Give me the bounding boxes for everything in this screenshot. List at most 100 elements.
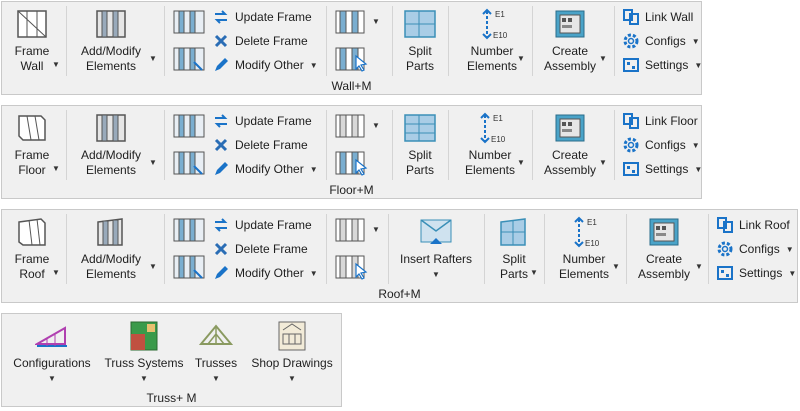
create-assembly-label-2: Assembly bbox=[637, 267, 690, 281]
separator bbox=[614, 110, 615, 180]
link-roof-label: Link Roof bbox=[739, 218, 790, 232]
split-parts-button[interactable]: Split Parts bbox=[494, 216, 534, 282]
delete-frame-button[interactable]: Delete Frame bbox=[212, 238, 308, 260]
separator bbox=[66, 110, 67, 180]
floor-elements-icon[interactable] bbox=[334, 113, 368, 139]
refresh-icon bbox=[212, 8, 230, 26]
modify-other-button[interactable]: Modify Other ▼ bbox=[212, 54, 318, 76]
frame-roof-button[interactable]: Frame Roof bbox=[8, 216, 56, 282]
separator bbox=[614, 6, 615, 76]
shop-drawings-button[interactable]: Shop Drawings ▼ bbox=[248, 320, 336, 386]
update-frame-big-icon[interactable] bbox=[172, 9, 206, 35]
select-elements-icon[interactable] bbox=[334, 46, 368, 72]
add-modify-elements-button[interactable]: Add/Modify Elements bbox=[74, 8, 148, 74]
link-floor-button[interactable]: Link Floor bbox=[622, 110, 698, 132]
update-frame-button[interactable]: Update Frame bbox=[212, 214, 312, 236]
chevron-down-icon[interactable]: ▼ bbox=[432, 267, 440, 282]
frame-roof-label-2: Roof bbox=[19, 267, 45, 281]
delete-frame-button[interactable]: Delete Frame bbox=[212, 134, 308, 156]
chevron-down-icon[interactable]: ▼ bbox=[695, 262, 703, 271]
roof-elements-icon[interactable] bbox=[334, 217, 368, 243]
separator bbox=[388, 214, 389, 284]
add-modify-elements-button[interactable]: Add/Modify Elements bbox=[74, 216, 148, 282]
number-elements-button[interactable]: E1 E10 Number Elements bbox=[458, 112, 522, 178]
delete-frame-label: Delete Frame bbox=[235, 242, 308, 256]
chevron-down-icon[interactable]: ▼ bbox=[692, 141, 700, 150]
create-assembly-button[interactable]: Create Assembly bbox=[540, 8, 600, 74]
modify-frame-big-icon[interactable] bbox=[172, 46, 206, 72]
create-assembly-button[interactable]: Create Assembly bbox=[634, 216, 694, 282]
frame-roof-label-1: Frame bbox=[14, 252, 50, 266]
chevron-down-icon[interactable]: ▼ bbox=[694, 165, 702, 174]
chevron-down-icon[interactable]: ▼ bbox=[599, 54, 607, 63]
chevron-down-icon[interactable]: ▼ bbox=[288, 371, 296, 386]
chevron-down-icon[interactable]: ▼ bbox=[599, 158, 607, 167]
chevron-down-icon[interactable]: ▼ bbox=[786, 245, 794, 254]
chevron-down-icon[interactable]: ▼ bbox=[149, 262, 157, 271]
add-modify-elements-button[interactable]: Add/Modify Elements bbox=[74, 112, 148, 178]
settings-button[interactable]: Settings ▼ bbox=[716, 262, 796, 284]
wall-elements-icon[interactable] bbox=[334, 9, 368, 35]
number-elements-icon: E1 E10 bbox=[480, 112, 506, 144]
split-parts-button[interactable]: Split Parts bbox=[400, 8, 440, 74]
split-parts-button[interactable]: Split Parts bbox=[400, 112, 440, 178]
settings-panel-icon bbox=[622, 56, 640, 74]
frame-wall-button[interactable]: Frame Wall bbox=[8, 8, 56, 74]
update-frame-button[interactable]: Update Frame bbox=[212, 6, 312, 28]
separator bbox=[66, 6, 67, 76]
chevron-down-icon[interactable]: ▼ bbox=[372, 121, 380, 130]
chevron-down-icon[interactable]: ▼ bbox=[788, 269, 796, 278]
number-elements-button[interactable]: E1 E10 Number Elements bbox=[460, 8, 524, 74]
chevron-down-icon[interactable]: ▼ bbox=[372, 17, 380, 26]
chevron-down-icon[interactable]: ▼ bbox=[149, 54, 157, 63]
svg-text:E10: E10 bbox=[493, 31, 508, 40]
settings-button[interactable]: Settings ▼ bbox=[622, 158, 702, 180]
update-frame-big-icon[interactable] bbox=[172, 113, 206, 139]
chevron-down-icon[interactable]: ▼ bbox=[149, 158, 157, 167]
chevron-down-icon[interactable]: ▼ bbox=[52, 60, 60, 69]
create-assembly-button[interactable]: Create Assembly bbox=[540, 112, 600, 178]
configurations-button[interactable]: Configurations ▼ bbox=[8, 320, 96, 386]
truss-systems-button[interactable]: Truss Systems ▼ bbox=[104, 320, 184, 386]
link-wall-button[interactable]: Link Wall bbox=[622, 6, 693, 28]
chevron-down-icon[interactable]: ▼ bbox=[694, 61, 702, 70]
separator bbox=[544, 214, 545, 284]
chevron-down-icon[interactable]: ▼ bbox=[52, 268, 60, 277]
chevron-down-icon[interactable]: ▼ bbox=[612, 262, 620, 271]
settings-button[interactable]: Settings ▼ bbox=[622, 54, 702, 76]
frame-floor-button[interactable]: Frame Floor bbox=[8, 112, 56, 178]
gear-icon bbox=[716, 240, 734, 258]
insert-rafters-button[interactable]: Insert Rafters ▼ bbox=[396, 216, 476, 282]
configs-button[interactable]: Configs ▼ bbox=[622, 30, 700, 52]
select-elements-icon[interactable] bbox=[334, 150, 368, 176]
configs-button[interactable]: Configs ▼ bbox=[716, 238, 794, 260]
modify-other-button[interactable]: Modify Other ▼ bbox=[212, 262, 318, 284]
select-elements-icon[interactable] bbox=[334, 254, 368, 280]
number-elements-button[interactable]: E1 E10 Number Elements bbox=[552, 216, 616, 282]
modify-other-button[interactable]: Modify Other ▼ bbox=[212, 158, 318, 180]
chevron-down-icon[interactable]: ▼ bbox=[48, 371, 56, 386]
truss-systems-label: Truss Systems bbox=[104, 356, 184, 370]
update-frame-button[interactable]: Update Frame bbox=[212, 110, 312, 132]
delete-frame-button[interactable]: Delete Frame bbox=[212, 30, 308, 52]
trusses-button[interactable]: Trusses ▼ bbox=[192, 320, 240, 386]
chevron-down-icon[interactable]: ▼ bbox=[52, 164, 60, 173]
modify-frame-big-icon[interactable] bbox=[172, 254, 206, 280]
chevron-down-icon[interactable]: ▼ bbox=[692, 37, 700, 46]
add-modify-elements-icon bbox=[96, 114, 126, 142]
link-roof-button[interactable]: Link Roof bbox=[716, 214, 790, 236]
configs-button[interactable]: Configs ▼ bbox=[622, 134, 700, 156]
chevron-down-icon[interactable]: ▼ bbox=[517, 54, 525, 63]
chevron-down-icon[interactable]: ▼ bbox=[372, 225, 380, 234]
svg-text:E1: E1 bbox=[493, 114, 503, 123]
update-frame-big-icon[interactable] bbox=[172, 217, 206, 243]
chevron-down-icon[interactable]: ▼ bbox=[310, 165, 318, 174]
chevron-down-icon[interactable]: ▼ bbox=[140, 371, 148, 386]
chevron-down-icon[interactable]: ▼ bbox=[310, 269, 318, 278]
chevron-down-icon[interactable]: ▼ bbox=[530, 268, 538, 277]
chevron-down-icon[interactable]: ▼ bbox=[310, 61, 318, 70]
modify-frame-big-icon[interactable] bbox=[172, 150, 206, 176]
chevron-down-icon[interactable]: ▼ bbox=[212, 371, 220, 386]
chevron-down-icon[interactable]: ▼ bbox=[517, 158, 525, 167]
settings-label: Settings bbox=[739, 266, 783, 280]
